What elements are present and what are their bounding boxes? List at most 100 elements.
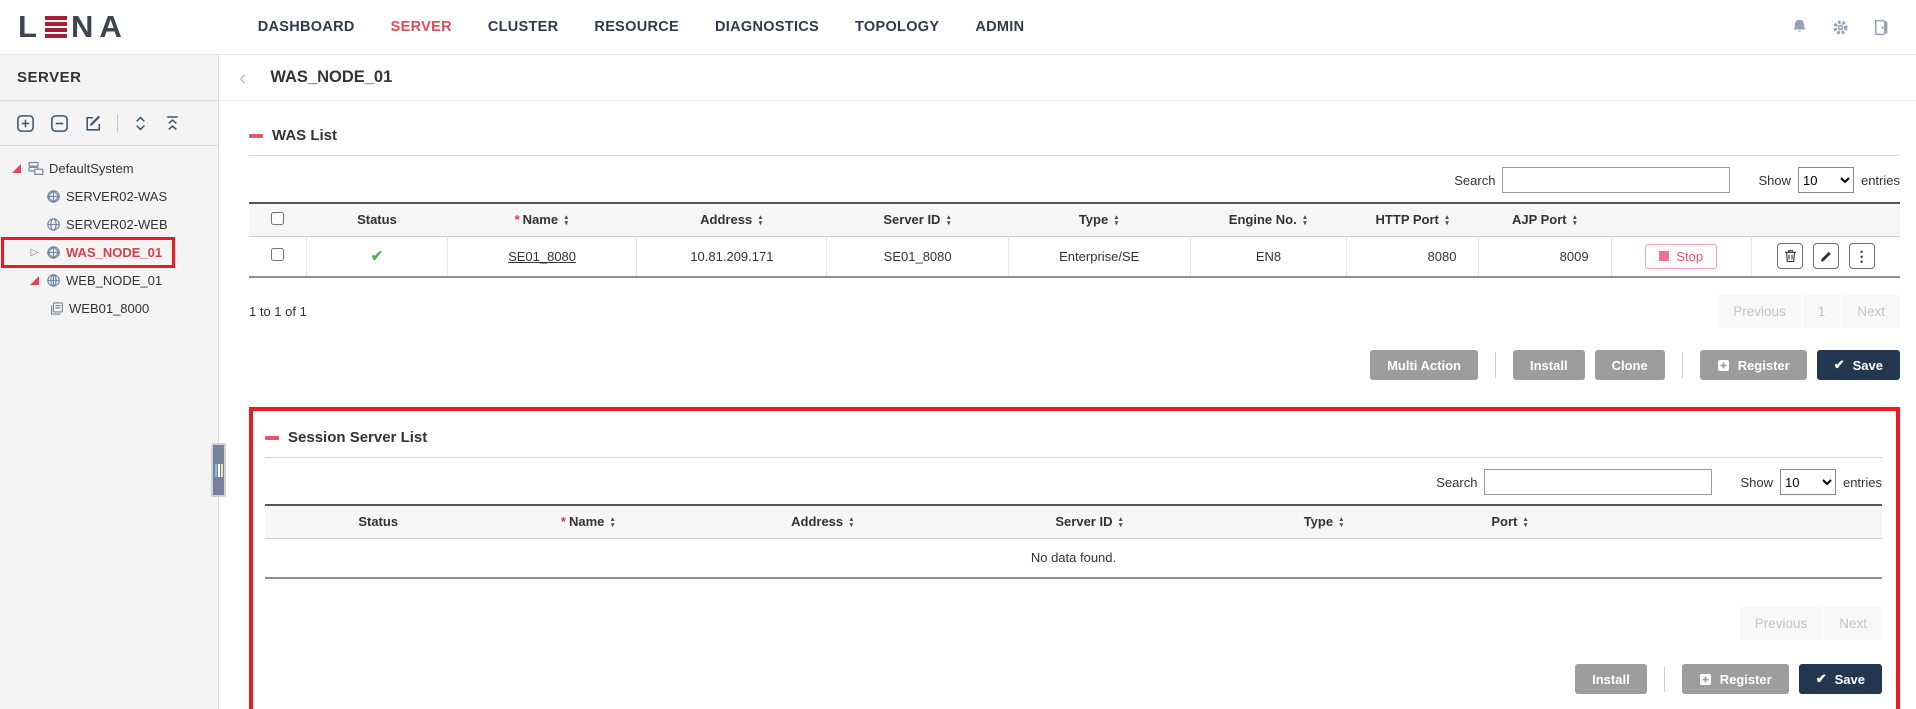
- show-label: Show: [1758, 173, 1791, 188]
- entries-label: entries: [1861, 173, 1900, 188]
- col-ajp-port[interactable]: AJP Port▲▼: [1479, 203, 1611, 236]
- was-page-size-select[interactable]: 10: [1798, 167, 1854, 193]
- tree-item-web01-8000[interactable]: WEB01_8000: [4, 296, 214, 321]
- tree-item-label: DefaultSystem: [49, 161, 134, 176]
- col-address[interactable]: Address▲▼: [685, 505, 960, 538]
- col-filler: [1591, 505, 1882, 538]
- nav-cluster[interactable]: CLUSTER: [488, 19, 559, 35]
- section-dash-icon: [265, 436, 279, 440]
- session-search-input[interactable]: [1484, 469, 1712, 495]
- nav-topology[interactable]: TOPOLOGY: [855, 19, 939, 35]
- expander-expanded-icon[interactable]: [28, 276, 41, 285]
- section-dash-icon: [249, 134, 263, 138]
- was-list-section: WAS List Search Show 10 entries: [249, 127, 1900, 380]
- session-save-button[interactable]: ✔ Save: [1799, 664, 1882, 694]
- sort-icon: ▲▼: [945, 215, 951, 226]
- col-port[interactable]: Port▲▼: [1429, 505, 1591, 538]
- col-server-id[interactable]: Server ID▲▼: [960, 505, 1219, 538]
- expander-expanded-icon[interactable]: [10, 164, 23, 173]
- multi-action-button[interactable]: Multi Action: [1370, 350, 1478, 380]
- engine-no-cell: EN8: [1190, 236, 1347, 277]
- more-actions-button[interactable]: ⋮: [1849, 243, 1875, 269]
- next-button[interactable]: Next: [1842, 295, 1900, 328]
- col-name[interactable]: *Name▲▼: [447, 203, 637, 236]
- top-bar: L NA DASHBOARD SERVER CLUSTER RESOURCE D…: [0, 0, 1916, 55]
- stop-button[interactable]: Stop: [1645, 244, 1717, 269]
- tree-item-server02-was[interactable]: SERVER02-WAS: [4, 184, 214, 209]
- result-summary: 1 to 1 of 1: [249, 304, 307, 319]
- was-mesh-icon: [46, 189, 61, 204]
- bell-icon[interactable]: [1791, 18, 1808, 36]
- page-number-button[interactable]: 1: [1803, 295, 1841, 328]
- col-server-id[interactable]: Server ID▲▼: [827, 203, 1009, 236]
- col-address[interactable]: Address▲▼: [637, 203, 827, 236]
- tree-item-server02-web[interactable]: SERVER02-WEB: [4, 212, 214, 237]
- col-type[interactable]: Type▲▼: [1219, 505, 1429, 538]
- breadcrumb: ‹ WAS_NODE_01: [219, 55, 1916, 101]
- was-mesh-icon: [46, 245, 61, 260]
- col-type[interactable]: Type▲▼: [1008, 203, 1190, 236]
- select-all-checkbox[interactable]: [271, 212, 284, 225]
- nav-server[interactable]: SERVER: [391, 19, 452, 35]
- expander-collapsed-icon[interactable]: ▷: [28, 248, 41, 258]
- session-server-list-section: Session Server List Search Show 10 entri…: [265, 429, 1882, 694]
- sort-icon: ▲▼: [609, 517, 615, 528]
- nav-dashboard[interactable]: DASHBOARD: [258, 19, 355, 35]
- name-cell: SE01_8080: [447, 236, 637, 277]
- tree-item-label: WAS_NODE_01: [66, 245, 162, 260]
- button-divider: [1495, 352, 1496, 378]
- add-node-button[interactable]: [15, 113, 36, 134]
- collapse-panel-chevron-icon[interactable]: ‹: [239, 68, 246, 88]
- plus-square-icon: [1717, 359, 1730, 372]
- edit-button[interactable]: [1813, 243, 1839, 269]
- delete-button[interactable]: [1777, 243, 1803, 269]
- session-table-controls: Search Show 10 entries: [265, 469, 1882, 495]
- session-register-button[interactable]: Register: [1682, 664, 1789, 694]
- button-divider: [1664, 666, 1665, 692]
- expand-all-button[interactable]: [131, 114, 150, 133]
- register-button[interactable]: Register: [1700, 350, 1807, 380]
- tree-item-web-node-01[interactable]: WEB_NODE_01: [4, 268, 214, 293]
- annotation-red-box: Session Server List Search Show 10 entri…: [249, 407, 1900, 709]
- sidebar-splitter-handle[interactable]: [211, 443, 226, 497]
- col-name[interactable]: *Name▲▼: [491, 505, 685, 538]
- previous-button[interactable]: Previous: [1718, 295, 1801, 328]
- nav-admin[interactable]: ADMIN: [975, 19, 1024, 35]
- remove-node-button[interactable]: [49, 113, 70, 134]
- server-name-link[interactable]: SE01_8080: [508, 249, 576, 264]
- col-engine-no[interactable]: Engine No.▲▼: [1190, 203, 1347, 236]
- logo-letters-na: NA: [71, 9, 128, 45]
- col-actions: [1751, 203, 1900, 236]
- save-button[interactable]: ✔ Save: [1817, 350, 1900, 380]
- collapse-all-button[interactable]: [163, 114, 182, 133]
- col-http-port[interactable]: HTTP Port▲▼: [1347, 203, 1479, 236]
- no-data-message: No data found.: [265, 538, 1882, 578]
- check-icon: ✔: [1834, 357, 1845, 373]
- gear-icon[interactable]: [1832, 19, 1849, 36]
- toolbar-divider: [117, 114, 118, 132]
- server-tree: DefaultSystem SERVER02-WAS SERVER02-WEB …: [0, 146, 218, 334]
- was-table-header-row: Status *Name▲▼ Address▲▼ Server ID▲▼ Typ…: [249, 203, 1900, 236]
- nav-diagnostics[interactable]: DIAGNOSTICS: [715, 19, 819, 35]
- clone-button[interactable]: Clone: [1595, 350, 1665, 380]
- globe-mesh-icon: [46, 273, 61, 288]
- tree-item-defaultsystem[interactable]: DefaultSystem: [4, 156, 214, 181]
- was-pagination: Previous 1 Next: [1716, 295, 1900, 328]
- nav-resource[interactable]: RESOURCE: [594, 19, 679, 35]
- session-pagination: Previous Next: [1738, 607, 1882, 640]
- globe-icon: [46, 217, 61, 232]
- session-page-size-select[interactable]: 10: [1780, 469, 1836, 495]
- was-search-input[interactable]: [1502, 167, 1730, 193]
- row-checkbox[interactable]: [271, 248, 284, 261]
- logout-icon[interactable]: [1873, 19, 1888, 36]
- address-cell: 10.81.209.171: [637, 236, 827, 277]
- edit-node-button[interactable]: [83, 113, 104, 134]
- previous-button[interactable]: Previous: [1740, 607, 1823, 640]
- session-install-button[interactable]: Install: [1575, 664, 1647, 694]
- search-label: Search: [1436, 475, 1477, 490]
- tree-item-was-node-01[interactable]: ▷ WAS_NODE_01: [4, 240, 172, 265]
- type-cell: Enterprise/SE: [1008, 236, 1190, 277]
- next-button[interactable]: Next: [1824, 607, 1882, 640]
- instance-icon: [50, 301, 64, 316]
- install-button[interactable]: Install: [1513, 350, 1585, 380]
